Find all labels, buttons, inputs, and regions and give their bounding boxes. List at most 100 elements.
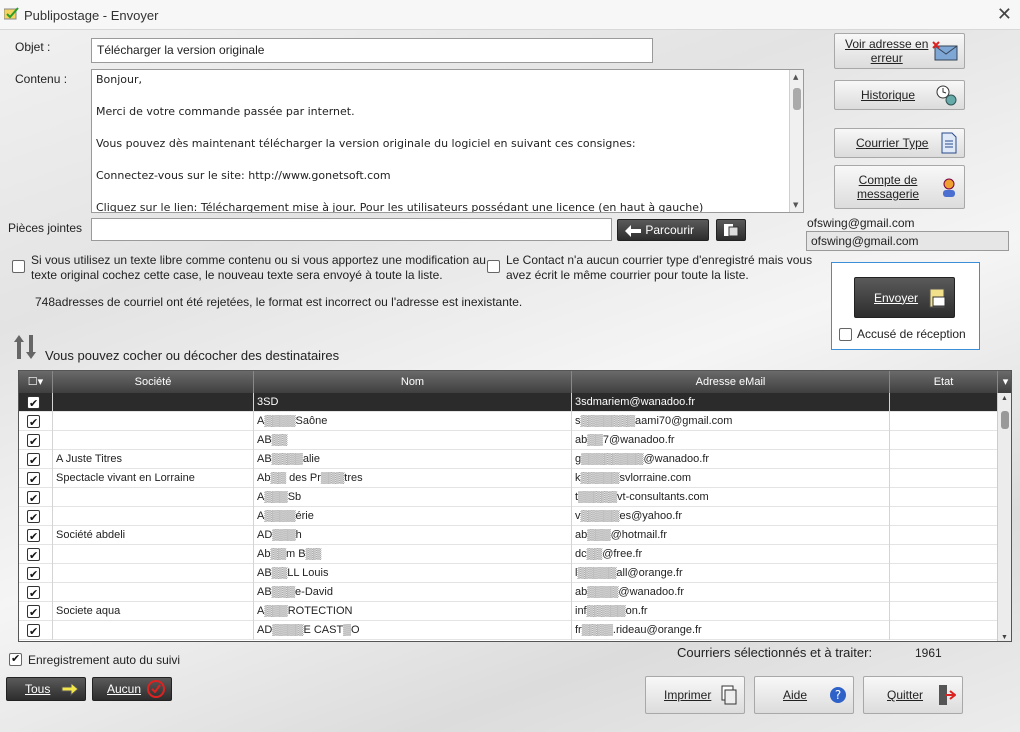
sort-arrows-icon — [14, 335, 36, 359]
row-checkbox[interactable] — [27, 509, 40, 526]
table-row[interactable]: AB▒▒LL Louisl▒▒▒▒▒all@orange.fr — [19, 564, 999, 583]
accuse-checkbox[interactable] — [839, 328, 852, 341]
societe-cell — [53, 583, 254, 602]
meme-courrier-line-1: Le Contact n'a aucun courrier type d'enr… — [506, 253, 813, 267]
historique-button[interactable]: Historique — [834, 80, 965, 110]
nom-cell: AB▒▒▒▒alie — [254, 450, 572, 469]
row-select-cell — [19, 621, 53, 640]
contenu-line — [92, 120, 803, 136]
contenu-line: Connectez-vous sur le site: http://www.g… — [96, 169, 391, 182]
email-cell: v▒▒▒▒▒es@yahoo.fr — [572, 507, 890, 526]
table-row[interactable]: Ab▒▒m B▒▒dc▒▒@free.fr — [19, 545, 999, 564]
etat-column-header[interactable]: Etat — [890, 371, 998, 393]
rejected-notice: 748adresses de courriel ont été rejetées… — [35, 295, 523, 309]
tous-button[interactable]: Tous — [6, 677, 86, 701]
row-checkbox[interactable] — [27, 604, 40, 621]
table-row[interactable]: AB▒▒ab▒▒7@wanadoo.fr — [19, 431, 999, 450]
row-checkbox[interactable] — [27, 547, 40, 564]
row-checkbox[interactable] — [27, 414, 40, 431]
table-row[interactable]: A▒▒▒▒Saônes▒▒▒▒▒▒▒aami70@gmail.com — [19, 412, 999, 431]
table-row[interactable]: A Juste TitresAB▒▒▒▒alieg▒▒▒▒▒▒▒▒@wanado… — [19, 450, 999, 469]
nom-cell: AD▒▒▒h — [254, 526, 572, 545]
row-checkbox[interactable] — [27, 433, 40, 450]
societe-cell — [53, 507, 254, 526]
societe-cell — [53, 488, 254, 507]
auto-suivi-checkbox[interactable] — [9, 652, 22, 666]
societe-cell — [53, 621, 254, 640]
nom-cell: A▒▒▒Sb — [254, 488, 572, 507]
row-checkbox[interactable] — [27, 585, 40, 602]
row-checkbox[interactable] — [27, 452, 40, 469]
email-cell: inf▒▒▒▒▒on.fr — [572, 602, 890, 621]
contenu-textarea[interactable]: Bonjour, Merci de votre commande passée … — [91, 69, 804, 213]
etat-cell — [890, 583, 998, 602]
mail-merge-icon — [4, 7, 19, 20]
email-cell: 3sdmariem@wanadoo.fr — [572, 393, 890, 412]
compte-messagerie-button[interactable]: Compte de messagerie — [834, 165, 965, 209]
table-row[interactable]: A▒▒▒Sbt▒▒▒▒▒vt-consultants.com — [19, 488, 999, 507]
quitter-button[interactable]: Quitter — [863, 676, 963, 714]
row-select-cell — [19, 393, 53, 412]
row-select-cell — [19, 564, 53, 583]
etat-cell — [890, 469, 998, 488]
email-account-field: ofswing@gmail.com — [806, 231, 1009, 251]
row-checkbox[interactable] — [27, 623, 40, 640]
scroll-thumb[interactable] — [1001, 411, 1009, 429]
table-row[interactable]: 3SD3sdmariem@wanadoo.fr — [19, 393, 999, 412]
email-column-header[interactable]: Adresse eMail — [572, 371, 890, 393]
email-cell: s▒▒▒▒▒▒▒aami70@gmail.com — [572, 412, 890, 431]
contenu-line — [92, 152, 803, 168]
meme-courrier-checkbox[interactable] — [487, 260, 500, 273]
nom-cell: A▒▒▒ROTECTION — [254, 602, 572, 621]
row-checkbox[interactable] — [27, 528, 40, 545]
aide-button[interactable]: Aide ? — [754, 676, 854, 714]
table-row[interactable]: AB▒▒▒e-Davidab▒▒▒▒@wanadoo.fr — [19, 583, 999, 602]
etat-cell — [890, 488, 998, 507]
history-icon — [936, 85, 957, 106]
close-icon[interactable]: ✕ — [997, 4, 1012, 25]
nom-column-header[interactable]: Nom — [254, 371, 572, 393]
imprimer-button[interactable]: Imprimer — [645, 676, 745, 714]
contenu-label: Contenu : — [15, 72, 68, 86]
document-list-icon — [724, 224, 739, 237]
nom-cell: 3SD — [254, 393, 572, 412]
societe-cell: A Juste Titres — [53, 450, 254, 469]
courrier-type-button[interactable]: Courrier Type — [834, 128, 965, 158]
row-select-cell — [19, 488, 53, 507]
scroll-thumb[interactable] — [793, 88, 801, 110]
historique-label: Historique — [861, 88, 916, 102]
envoyer-button[interactable]: Envoyer — [854, 277, 955, 318]
contenu-scrollbar[interactable]: ▲ ▼ — [789, 70, 803, 212]
societe-cell: Société abdeli — [53, 526, 254, 545]
grid-header: ☐▾ Société Nom Adresse eMail Etat ▾ — [19, 371, 1011, 393]
grid-scrollbar[interactable]: ▲ ▼ — [997, 393, 1011, 641]
compte-label-2: messagerie — [857, 187, 920, 201]
select-column-header[interactable]: ☐▾ — [19, 371, 53, 393]
texte-libre-checkbox[interactable] — [12, 260, 25, 273]
row-select-cell — [19, 412, 53, 431]
parcourir-button[interactable]: Parcourir — [617, 219, 709, 241]
row-select-cell — [19, 526, 53, 545]
voir-adresse-erreur-button[interactable]: Voir adresse en erreur — [834, 33, 965, 69]
row-checkbox[interactable] — [27, 395, 40, 412]
aucun-button[interactable]: Aucun — [92, 677, 172, 701]
row-checkbox[interactable] — [27, 471, 40, 488]
texte-libre-line-1: Si vous utilisez un texte libre comme co… — [31, 253, 486, 267]
row-checkbox[interactable] — [27, 490, 40, 507]
table-row[interactable]: Societe aquaA▒▒▒ROTECTIONinf▒▒▒▒▒on.fr — [19, 602, 999, 621]
email-cell: ab▒▒7@wanadoo.fr — [572, 431, 890, 450]
etat-cell — [890, 507, 998, 526]
table-row[interactable]: A▒▒▒▒ériev▒▒▒▒▒es@yahoo.fr — [19, 507, 999, 526]
table-row[interactable]: Spectacle vivant en LorraineAb▒▒ des Pr▒… — [19, 469, 999, 488]
attachment-list-button[interactable] — [716, 219, 746, 241]
table-row[interactable]: Société abdeliAD▒▒▒hab▒▒▒@hotmail.fr — [19, 526, 999, 545]
email-cell: l▒▒▒▒▒all@orange.fr — [572, 564, 890, 583]
chevron-down-icon[interactable]: ▾ — [998, 371, 1011, 393]
table-row[interactable]: AD▒▒▒▒E CAST▒Ofr▒▒▒▒.rideau@orange.fr — [19, 621, 999, 640]
compte-label-1: Compte de — [858, 173, 918, 187]
row-checkbox[interactable] — [27, 566, 40, 583]
email-account-label: ofswing@gmail.com — [807, 216, 915, 230]
pj-input[interactable] — [91, 218, 612, 241]
societe-column-header[interactable]: Société — [53, 371, 254, 393]
objet-input[interactable]: Télécharger la version originale — [91, 38, 653, 63]
